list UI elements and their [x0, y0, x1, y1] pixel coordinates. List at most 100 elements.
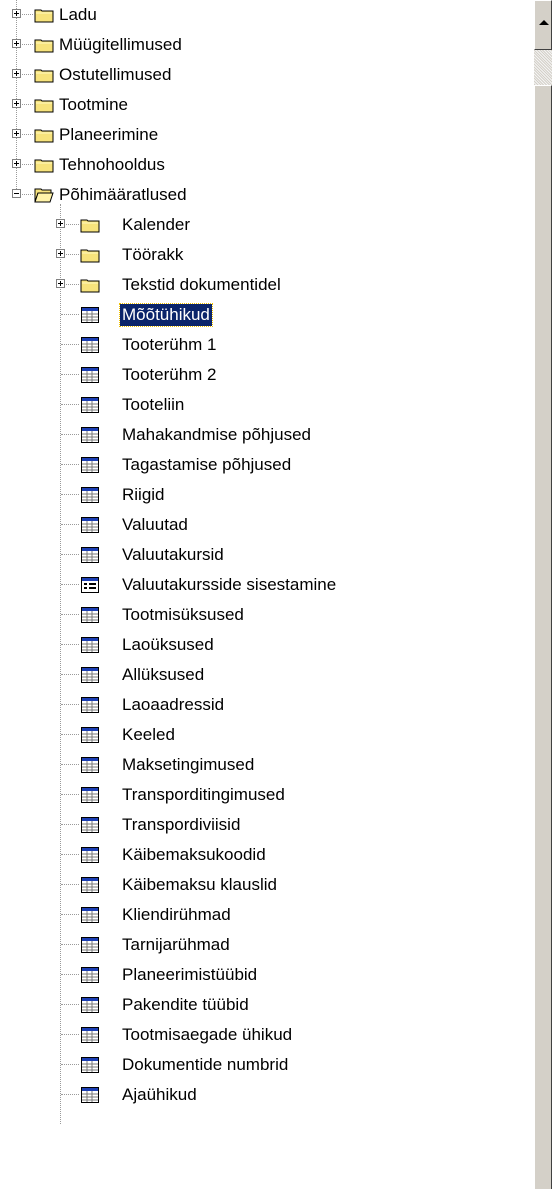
tree-node[interactable]: Dokumentide numbrid [0, 1050, 534, 1080]
tree-node[interactable]: Riigid [0, 480, 534, 510]
tree-node-label: Tagastamise põhjused [122, 455, 292, 474]
tree-node[interactable]: Laoüksused [0, 630, 534, 660]
tree-node[interactable]: Tootmine [0, 90, 534, 120]
table-icon [80, 995, 100, 1015]
tree-node[interactable]: Planeerimistüübid [0, 960, 534, 990]
tree-node[interactable]: Kliendirühmad [0, 900, 534, 930]
tree-node[interactable]: Valuutakursside sisestamine [0, 570, 534, 600]
tree-node-label: Valuutakursside sisestamine [122, 575, 337, 594]
tree-node-label: Käibemaksu klauslid [122, 875, 277, 894]
tree-node[interactable]: Transpordiviisid [0, 810, 534, 840]
table-icon [80, 845, 100, 865]
tree-node-label: Riigid [122, 485, 165, 504]
scroll-up-button[interactable] [534, 0, 552, 50]
tree-node[interactable]: Valuutakursid [0, 540, 534, 570]
tree-node[interactable]: Tagastamise põhjused [0, 450, 534, 480]
tree-node[interactable]: Tootmisüksused [0, 600, 534, 630]
tree-node-label: Tootmine [59, 95, 128, 114]
tree-node[interactable]: Tekstid dokumentidel [0, 270, 534, 300]
plus-box-icon[interactable] [56, 279, 65, 288]
plus-box-icon[interactable] [12, 39, 21, 48]
tree-connector [61, 704, 79, 705]
tree-node-label: Planeerimine [59, 125, 159, 144]
plus-box-icon[interactable] [56, 249, 65, 258]
tree-connector [61, 374, 79, 375]
tree-node[interactable]: Töörakk [0, 240, 534, 270]
scroll-thumb[interactable] [534, 85, 552, 1189]
tree-node-label: Mahakandmise põhjused [122, 425, 312, 444]
table-icon [80, 605, 100, 625]
tree-connector [61, 884, 79, 885]
tree-connector [61, 944, 79, 945]
tree-node[interactable]: Ladu [0, 0, 534, 30]
table-icon [80, 545, 100, 565]
tree-node-label: Käibemaksukoodid [122, 845, 266, 864]
tree-node[interactable]: Tehnohooldus [0, 150, 534, 180]
tree-node[interactable]: Maksetingimused [0, 750, 534, 780]
tree-node[interactable]: Käibemaksukoodid [0, 840, 534, 870]
tree-connector [61, 1064, 79, 1065]
tree-node-label: Maksetingimused [122, 755, 255, 774]
table-icon [80, 425, 100, 445]
tree-node[interactable]: Tooteliin [0, 390, 534, 420]
tree-node-label: Tooterühm 2 [122, 365, 217, 384]
tree-node[interactable]: Käibemaksu klauslid [0, 870, 534, 900]
plus-box-icon[interactable] [12, 99, 21, 108]
tree-node-label: Tekstid dokumentidel [122, 275, 281, 294]
table-icon [80, 335, 100, 355]
tree-connector [61, 644, 79, 645]
tree-node[interactable]: Ostutellimused [0, 60, 534, 90]
tree-node[interactable]: Tooterühm 2 [0, 360, 534, 390]
table-icon [80, 1085, 100, 1105]
tree-connector [61, 734, 79, 735]
form-icon [80, 575, 100, 595]
plus-box-icon[interactable] [12, 69, 21, 78]
tree-node-label: Laoaadressid [122, 695, 225, 714]
table-icon [80, 695, 100, 715]
tree-node-label: Põhimääratlused [59, 185, 187, 204]
folder-icon [34, 155, 54, 175]
table-icon [80, 815, 100, 835]
minus-box-icon[interactable] [12, 189, 21, 198]
tree-view[interactable]: Ladu Müügitellimused Ostutellimused Tootmin… [0, 0, 534, 1189]
plus-box-icon[interactable] [56, 219, 65, 228]
tree-connector [61, 434, 79, 435]
table-icon [80, 365, 100, 385]
tree-node[interactable]: Müügitellimused [0, 30, 534, 60]
tree-node[interactable]: Laoaadressid [0, 690, 534, 720]
tree-node[interactable]: Ajaühikud [0, 1080, 534, 1110]
tree-node[interactable]: Tootmisaegade ühikud [0, 1020, 534, 1050]
tree-connector [61, 524, 79, 525]
tree-node[interactable]: Keeled [0, 720, 534, 750]
tree-node-label: Planeerimistüübid [122, 965, 258, 984]
tree-node[interactable]: Transporditingimused [0, 780, 534, 810]
tree-node-label: Valuutad [122, 515, 188, 534]
tree-node-label: Ajaühikud [122, 1085, 197, 1104]
tree-node-label: Kliendirühmad [122, 905, 231, 924]
tree-node[interactable]: Mõõtühikud [0, 300, 534, 330]
tree-node-label: Keeled [122, 725, 175, 744]
tree-node-label: Dokumentide numbrid [122, 1055, 289, 1074]
folder-icon [34, 35, 54, 55]
tree-node[interactable]: Allüksused [0, 660, 534, 690]
tree-node-label: Allüksused [122, 665, 205, 684]
tree-node[interactable]: Mahakandmise põhjused [0, 420, 534, 450]
tree-node-label-selected: Mõõtühikud [119, 303, 213, 327]
tree-node[interactable]: Planeerimine [0, 120, 534, 150]
tree-node[interactable]: Kalender [0, 210, 534, 240]
plus-box-icon[interactable] [12, 159, 21, 168]
tree-connector [61, 464, 79, 465]
tree-node[interactable]: Tooterühm 1 [0, 330, 534, 360]
tree-node[interactable]: Tarnijarühmad [0, 930, 534, 960]
tree-connector [61, 1034, 79, 1035]
vertical-scrollbar[interactable] [534, 0, 552, 1189]
plus-box-icon[interactable] [12, 9, 21, 18]
folder-icon [34, 125, 54, 145]
tree-connector [61, 584, 79, 585]
plus-box-icon[interactable] [12, 129, 21, 138]
tree-node[interactable]: Valuutad [0, 510, 534, 540]
folder-icon [34, 5, 54, 25]
tree-node[interactable]: Põhimääratlused [0, 180, 534, 210]
folder-icon [34, 185, 54, 205]
tree-node[interactable]: Pakendite tüübid [0, 990, 534, 1020]
